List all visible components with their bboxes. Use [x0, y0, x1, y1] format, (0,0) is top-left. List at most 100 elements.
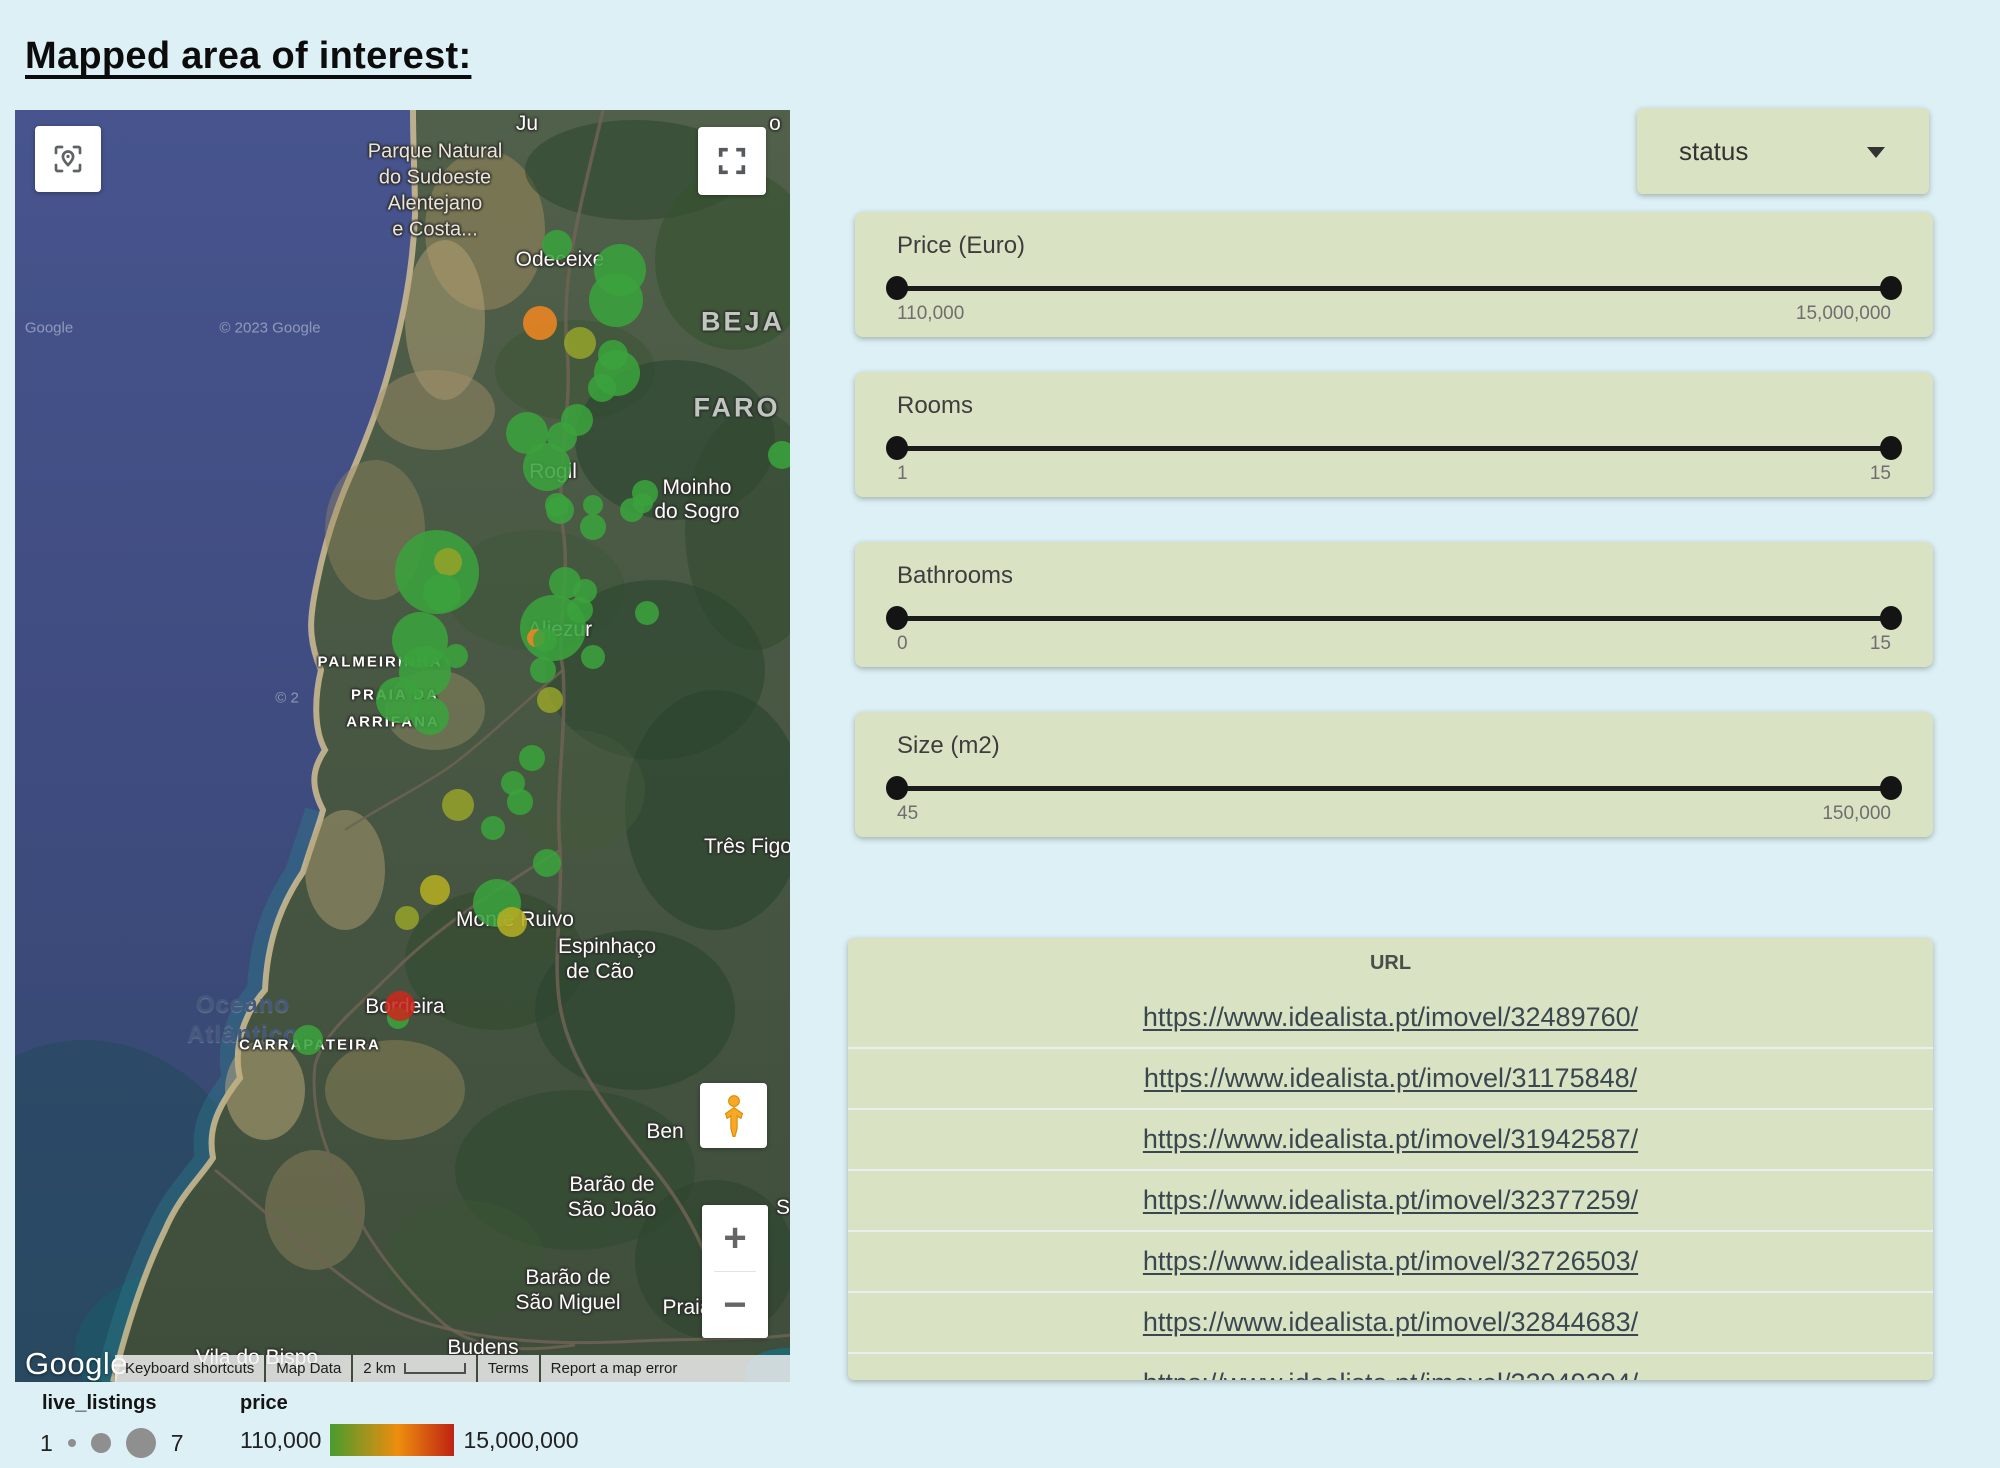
size-slider-label: Size (m2): [897, 732, 1000, 760]
listing-dot[interactable]: [411, 697, 449, 735]
map-label: Ben: [646, 1120, 683, 1144]
listing-dot[interactable]: [633, 493, 653, 513]
map-label: de Cão: [566, 960, 634, 984]
bathrooms-slider-min-handle[interactable]: [886, 606, 908, 630]
page-title: Mapped area of interest:: [25, 35, 471, 78]
size-slider-track[interactable]: [897, 786, 1891, 791]
listing-dot[interactable]: [385, 991, 415, 1021]
map-label: © 2023 Google: [219, 320, 320, 337]
dashboard: Mapped area of interest:: [0, 0, 2000, 1468]
listing-dot[interactable]: [589, 273, 643, 327]
size-filter-card: Size (m2) 45 150,000: [855, 712, 1933, 837]
attribution-item[interactable]: Keyboard shortcuts: [115, 1355, 264, 1382]
map-label: do Sogro: [654, 500, 739, 524]
listing-url-link[interactable]: https://www.idealista.pt/imovel/32844683…: [1143, 1307, 1638, 1338]
map-label: Ju: [516, 112, 538, 136]
bathrooms-filter-card: Bathrooms 0 15: [855, 542, 1933, 667]
price-slider-label: Price (Euro): [897, 232, 1025, 260]
listing-dot[interactable]: [293, 1025, 323, 1055]
listing-dot[interactable]: [768, 441, 790, 469]
map-label: S: [776, 1196, 790, 1220]
listing-dot[interactable]: [395, 906, 419, 930]
attribution-item[interactable]: Terms: [478, 1355, 539, 1382]
listing-dot[interactable]: [588, 374, 616, 402]
fullscreen-button[interactable]: [698, 127, 766, 195]
listing-dot[interactable]: [537, 687, 563, 713]
satellite-basemap: [15, 110, 790, 1382]
table-row: https://www.idealista.pt/imovel/32049204…: [848, 1352, 1933, 1380]
rooms-filter-card: Rooms 1 15: [855, 372, 1933, 497]
table-row: https://www.idealista.pt/imovel/32844683…: [848, 1291, 1933, 1352]
map-label: do Sudoeste: [379, 167, 491, 190]
listing-dot[interactable]: [533, 849, 561, 877]
table-row: https://www.idealista.pt/imovel/31175848…: [848, 1047, 1933, 1108]
attribution-item[interactable]: Report a map error: [541, 1355, 790, 1382]
listing-url-link[interactable]: https://www.idealista.pt/imovel/32049204…: [1143, 1368, 1638, 1380]
attribution-item[interactable]: Map Data: [266, 1355, 351, 1382]
listing-dot[interactable]: [545, 493, 569, 517]
attribution-item-label: 2 km: [363, 1360, 396, 1377]
listing-url-link[interactable]: https://www.idealista.pt/imovel/31175848…: [1144, 1063, 1637, 1094]
map[interactable]: Parque Natural do Sudoeste Alentejano e Cos…: [15, 110, 790, 1382]
price-slider-track[interactable]: [897, 286, 1891, 291]
bathrooms-slider-max-value: 15: [1870, 633, 1891, 655]
listing-dot[interactable]: [564, 327, 596, 359]
listing-url-link[interactable]: https://www.idealista.pt/imovel/32489760…: [1143, 1002, 1638, 1033]
rooms-slider-min-handle[interactable]: [886, 436, 908, 460]
listing-dot[interactable]: [434, 548, 462, 576]
bathrooms-slider-track[interactable]: [897, 616, 1891, 621]
attribution-item-label: Terms: [488, 1360, 529, 1377]
listing-dot[interactable]: [420, 875, 450, 905]
map-label: © 2: [275, 690, 299, 707]
listing-url-link[interactable]: https://www.idealista.pt/imovel/32726503…: [1143, 1246, 1638, 1277]
google-logo[interactable]: Google: [25, 1346, 128, 1382]
listing-dot[interactable]: [444, 644, 468, 668]
url-table: URL https://www.idealista.pt/imovel/3248…: [848, 938, 1933, 1380]
listing-dot[interactable]: [423, 574, 461, 612]
listing-dot[interactable]: [497, 907, 527, 937]
map-label: e Costa...: [392, 219, 478, 242]
map-label: Parque Natural: [368, 141, 503, 164]
rooms-slider-max-handle[interactable]: [1880, 436, 1902, 460]
listing-dot[interactable]: [523, 306, 557, 340]
price-slider-max-handle[interactable]: [1880, 276, 1902, 300]
map-label: Barão de: [525, 1266, 610, 1290]
listing-dot[interactable]: [520, 595, 586, 661]
map-label: Alentejano: [388, 193, 483, 216]
zoom-in-button[interactable]: +: [702, 1205, 768, 1271]
price-gradient-bar: [330, 1424, 454, 1456]
zoom-out-button[interactable]: −: [702, 1272, 768, 1338]
listing-url-link[interactable]: https://www.idealista.pt/imovel/32377259…: [1143, 1185, 1638, 1216]
price-legend-title: price: [240, 1392, 288, 1415]
table-row: https://www.idealista.pt/imovel/32726503…: [848, 1230, 1933, 1291]
listing-dot[interactable]: [519, 745, 545, 771]
price-slider-min-value: 110,000: [897, 303, 964, 325]
pegman-button[interactable]: [700, 1083, 767, 1148]
listing-dot[interactable]: [523, 443, 571, 491]
area-select-button[interactable]: [35, 126, 101, 192]
map-label: Três Figo: [704, 835, 790, 859]
listing-url-link[interactable]: https://www.idealista.pt/imovel/31942587…: [1143, 1124, 1638, 1155]
listing-dot[interactable]: [580, 514, 606, 540]
status-dropdown[interactable]: status: [1637, 108, 1929, 194]
table-row: https://www.idealista.pt/imovel/31942587…: [848, 1108, 1933, 1169]
listing-dot[interactable]: [583, 495, 603, 515]
listing-dot[interactable]: [533, 628, 557, 652]
price-slider-min-handle[interactable]: [886, 276, 908, 300]
listing-dot[interactable]: [507, 789, 533, 815]
map-label: Espinhaço: [558, 935, 656, 959]
listing-dot[interactable]: [635, 601, 659, 625]
map-attribution-bar: Keyboard shortcutsMap Data 2 km Terms Repor…: [115, 1355, 790, 1382]
listing-dot[interactable]: [481, 816, 505, 840]
listing-dot[interactable]: [530, 657, 556, 683]
size-slider-max-handle[interactable]: [1880, 776, 1902, 800]
listing-dot[interactable]: [581, 645, 605, 669]
large-dot-icon: [126, 1428, 156, 1458]
price-legend: 110,000 15,000,000: [240, 1424, 579, 1456]
size-slider-min-handle[interactable]: [886, 776, 908, 800]
map-label: FARO: [693, 393, 780, 424]
listing-dot[interactable]: [542, 230, 572, 260]
listing-dot[interactable]: [442, 789, 474, 821]
rooms-slider-track[interactable]: [897, 446, 1891, 451]
bathrooms-slider-max-handle[interactable]: [1880, 606, 1902, 630]
